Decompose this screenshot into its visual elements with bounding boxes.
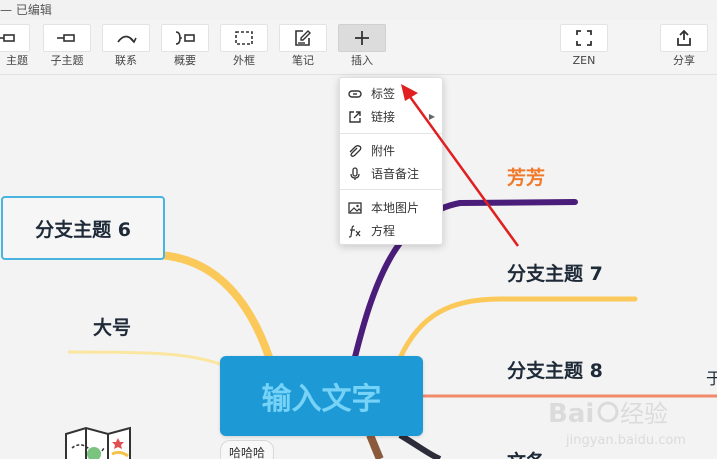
menu-item-equation[interactable]: 方程 xyxy=(340,220,442,242)
submenu-arrow-icon: ▶ xyxy=(428,112,435,121)
share-button[interactable]: 分享 xyxy=(660,24,708,70)
subtopic-label: 子主题 xyxy=(50,54,84,67)
zen-button[interactable]: ZEN xyxy=(560,24,608,70)
topic-edge-fragment-text: 于 xyxy=(706,369,717,388)
branch-topic-7-text: 分支主题 7 xyxy=(507,263,603,285)
map-illustration-icon xyxy=(65,426,131,459)
central-topic[interactable]: 输入文字 xyxy=(220,356,423,436)
image-icon xyxy=(348,202,362,214)
menu-item-voice-note[interactable]: 语音备注 xyxy=(340,163,442,185)
menu-item-voice-note-text: 语音备注 xyxy=(371,167,420,181)
note-button[interactable]: 笔记 xyxy=(279,24,327,70)
svg-text:经验: 经验 xyxy=(620,400,668,428)
subtopic-icon xyxy=(57,34,75,42)
document-status: — 已编辑 xyxy=(0,3,52,17)
microphone-icon xyxy=(350,167,360,180)
subtopic-button[interactable]: 子主题 xyxy=(43,24,91,70)
note-icon xyxy=(295,30,311,46)
menu-divider xyxy=(340,133,442,134)
topic-label: 主题 xyxy=(6,54,28,67)
boundary-label: 外框 xyxy=(233,54,255,67)
topic-button[interactable]: 主题 xyxy=(0,24,30,70)
zen-icon xyxy=(576,30,592,46)
branch-topic-7[interactable]: 分支主题 7 xyxy=(507,259,603,286)
topic-big[interactable]: 大号 xyxy=(93,313,131,340)
topic-partial-bottom-text: 文各 xyxy=(507,451,545,459)
topic-fangfang-text: 芳芳 xyxy=(507,167,546,189)
branch-topic-8-text: 分支主题 8 xyxy=(507,360,603,382)
branch-topic-6-text: 分支主题 6 xyxy=(35,218,131,241)
central-topic-text: 输入文字 xyxy=(261,382,382,417)
insert-label: 插入 xyxy=(351,54,373,67)
baidu-watermark-logo: Bai 经验 jingyan.baidu.com xyxy=(548,399,686,448)
svg-text:Bai: Bai xyxy=(548,399,594,429)
attachment-icon xyxy=(349,145,362,157)
topic-edge-fragment[interactable]: 于 xyxy=(706,365,717,389)
relationship-icon xyxy=(117,35,137,44)
toolbar: 主题 子主题 联系 概要 外框 笔记 插入 ZEN 分享 xyxy=(0,20,717,75)
menu-item-local-image-text: 本地图片 xyxy=(371,201,420,215)
branch-topic-6[interactable]: 分支主题 6 xyxy=(1,196,165,260)
plus-icon xyxy=(355,31,369,45)
summary-button[interactable]: 概要 xyxy=(161,24,209,70)
topic-big-text: 大号 xyxy=(93,317,132,339)
insert-menu: 标签 链接 ▶ 附件 语音备注 本地图片 方程 xyxy=(339,77,443,245)
menu-item-attachment-text: 附件 xyxy=(371,144,396,158)
menu-item-link[interactable]: 链接 ▶ xyxy=(340,106,442,128)
branch-topic-8[interactable]: 分支主题 8 xyxy=(507,356,603,383)
link-icon xyxy=(349,111,361,123)
share-icon xyxy=(677,29,691,46)
share-label: 分享 xyxy=(673,54,695,67)
menu-item-label-text: 标签 xyxy=(371,87,396,101)
menu-divider xyxy=(340,189,442,190)
label-icon xyxy=(348,90,362,98)
menu-item-label[interactable]: 标签 xyxy=(340,83,442,105)
menu-item-link-text: 链接 xyxy=(371,110,396,124)
boundary-button[interactable]: 外框 xyxy=(220,24,268,70)
note-label: 笔记 xyxy=(292,54,314,67)
boundary-icon xyxy=(235,31,253,45)
svg-text:jingyan.baidu.com: jingyan.baidu.com xyxy=(565,433,686,448)
title-bar: — 已编辑 xyxy=(0,0,717,20)
menu-item-local-image[interactable]: 本地图片 xyxy=(340,197,442,219)
menu-item-attachment[interactable]: 附件 xyxy=(340,140,442,162)
relationship-label: 联系 xyxy=(115,54,137,67)
zen-label: ZEN xyxy=(572,54,596,67)
relationship-button[interactable]: 联系 xyxy=(102,24,150,70)
insert-button[interactable]: 插入 xyxy=(338,24,386,70)
summary-label: 概要 xyxy=(174,54,196,67)
topic-partial-bottom[interactable]: 文各 xyxy=(507,447,545,459)
floating-topic-text: 哈哈哈 xyxy=(229,446,266,459)
floating-topic[interactable]: 哈哈哈 xyxy=(220,440,275,459)
topic-fangfang[interactable]: 芳芳 xyxy=(507,163,545,190)
menu-item-equation-text: 方程 xyxy=(371,224,396,238)
topic-icon xyxy=(0,34,15,42)
summary-icon xyxy=(175,31,195,45)
equation-icon xyxy=(348,225,361,238)
